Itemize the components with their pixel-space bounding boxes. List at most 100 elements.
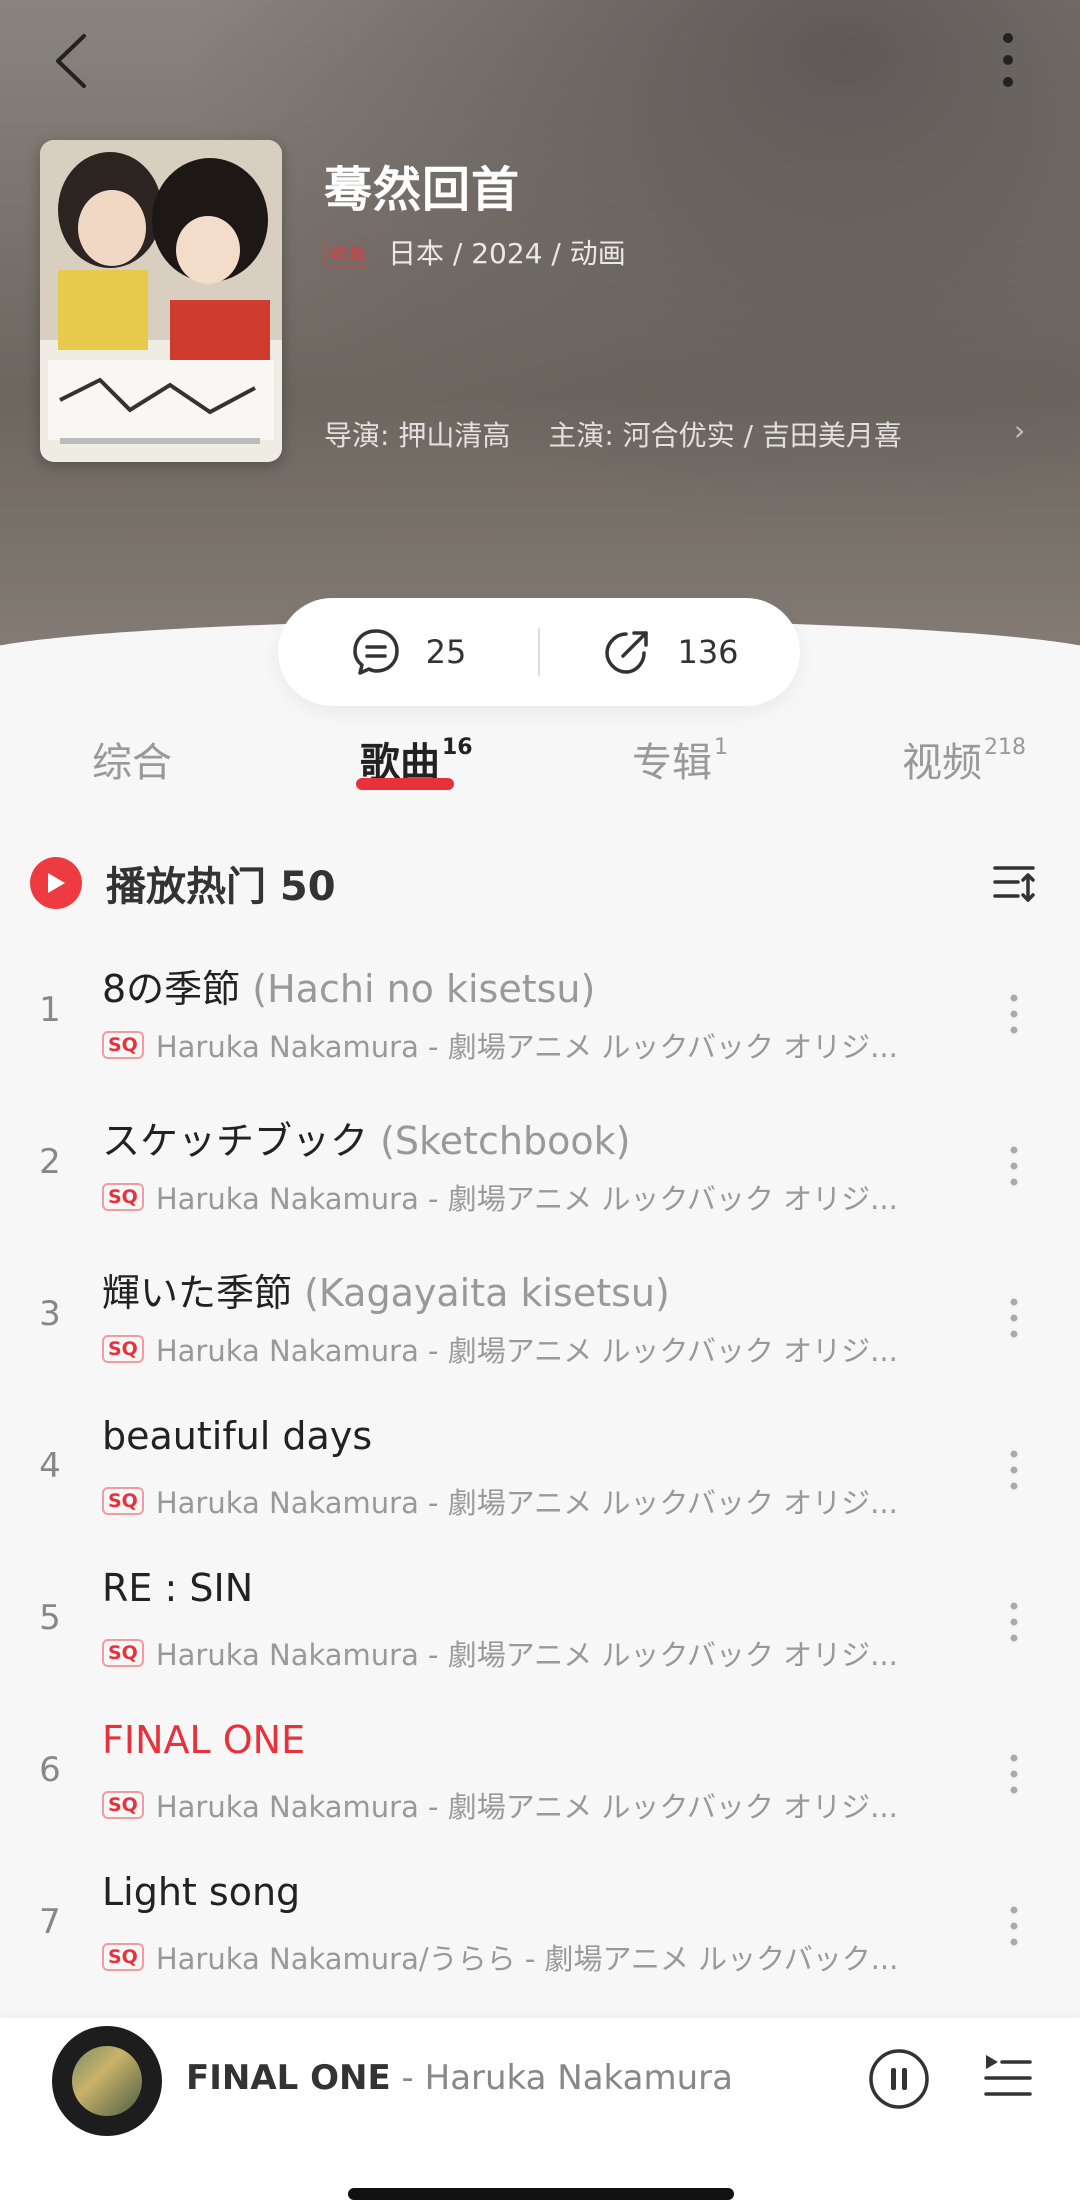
song-more-button[interactable] xyxy=(998,1592,1030,1652)
song-row[interactable]: 3 輝いた季節 (Kagayaita kisetsu) SQ Haruka Nak… xyxy=(0,1244,1080,1396)
chevron-right-icon[interactable]: › xyxy=(1014,414,1025,447)
tab-videos-label: 视频 xyxy=(902,740,982,786)
song-row[interactable]: 5 RE : SIN SQ Haruka Nakamura - 劇場アニメ ルック… xyxy=(0,1548,1080,1700)
more-vertical-icon xyxy=(1010,1754,1018,1794)
tab-videos[interactable]: 视频218 xyxy=(902,730,1026,788)
movie-meta-text: 日本 / 2024 / 动画 xyxy=(388,237,626,270)
song-more-button[interactable] xyxy=(998,1744,1030,1804)
tab-overview[interactable]: 综合 xyxy=(92,730,174,788)
song-row[interactable]: 7 Light song SQ Haruka Nakamura/うらら - 劇場ア… xyxy=(0,1852,1080,2004)
cast-text: 主演: 河合优实 / 吉田美月喜 xyxy=(548,419,902,452)
sq-badge: SQ xyxy=(102,1183,144,1211)
more-vertical-icon xyxy=(1010,1906,1018,1946)
song-subtitle: (Hachi no kisetsu) xyxy=(252,967,596,1011)
tab-albums-count: 1 xyxy=(714,734,728,760)
sort-icon xyxy=(993,866,1035,902)
sq-badge: SQ xyxy=(102,1335,144,1363)
sq-badge: SQ xyxy=(102,1639,144,1667)
song-title-text: 8の季節 xyxy=(102,967,241,1011)
song-info: SQ Haruka Nakamura - 劇場アニメ ルックバック オリジ... xyxy=(102,1784,922,1826)
song-artist: Haruka Nakamura/うらら - 劇場アニメ ルックバック... xyxy=(155,1942,899,1976)
song-title-text: RE : SIN xyxy=(102,1566,254,1610)
tab-albums-label: 专辑 xyxy=(632,740,712,786)
song-row[interactable]: 2 スケッチブック (Sketchbook) SQ Haruka Nakamura… xyxy=(0,1092,1080,1244)
song-title-text: スケッチブック xyxy=(102,1119,369,1163)
song-title-text: beautiful days xyxy=(102,1414,373,1458)
director-text: 导演: 押山清高 xyxy=(324,419,511,452)
more-vertical-icon xyxy=(1010,1146,1018,1186)
song-number: 2 xyxy=(39,1142,61,1182)
back-arrow-icon xyxy=(56,34,86,88)
song-info: SQ Haruka Nakamura - 劇場アニメ ルックバック オリジ... xyxy=(102,1480,922,1522)
pause-button[interactable] xyxy=(868,2048,930,2110)
play-all-button[interactable]: 播放热门 50 xyxy=(30,856,336,910)
now-playing-text: FINAL ONE - Haruka Nakamura xyxy=(186,2058,733,2098)
home-indicator xyxy=(348,2188,734,2200)
now-playing-separator: - xyxy=(390,2058,425,2098)
sq-badge: SQ xyxy=(102,1031,144,1059)
shares-count: 136 xyxy=(677,633,739,671)
pause-icon xyxy=(869,2049,929,2109)
more-vertical-icon xyxy=(1010,1450,1018,1490)
album-art xyxy=(72,2046,142,2116)
song-artist: Haruka Nakamura - 劇場アニメ ルックバック オリジ... xyxy=(155,1790,898,1824)
more-vertical-icon xyxy=(1003,33,1013,87)
tab-bar: 综合 歌曲16 专辑1 视频218 xyxy=(0,730,1080,810)
song-more-button[interactable] xyxy=(998,984,1030,1044)
song-number: 6 xyxy=(39,1750,61,1790)
play-icon xyxy=(30,857,82,909)
credits-row[interactable]: 导演: 押山清高 主演: 河合优实 / 吉田美月喜 xyxy=(324,414,902,454)
sq-badge: SQ xyxy=(102,1487,144,1515)
song-more-button[interactable] xyxy=(998,1440,1030,1500)
now-playing-title: FINAL ONE xyxy=(186,2058,391,2098)
song-artist: Haruka Nakamura - 劇場アニメ ルックバック オリジ... xyxy=(155,1182,898,1216)
song-number: 3 xyxy=(39,1294,61,1334)
song-title: RE : SIN xyxy=(102,1566,253,1610)
song-number: 5 xyxy=(39,1598,61,1638)
share-icon xyxy=(605,631,649,674)
song-info: SQ Haruka Nakamura - 劇場アニメ ルックバック オリジ... xyxy=(102,1176,922,1218)
song-artist: Haruka Nakamura - 劇場アニメ ルックバック オリジ... xyxy=(155,1638,898,1672)
song-title: Light song xyxy=(102,1870,300,1914)
song-row[interactable]: 4 beautiful days SQ Haruka Nakamura - 劇場ア… xyxy=(0,1396,1080,1548)
song-title-text: FINAL ONE xyxy=(102,1718,306,1762)
song-title: 輝いた季節 (Kagayaita kisetsu) xyxy=(102,1262,670,1317)
tab-albums[interactable]: 专辑1 xyxy=(632,730,728,788)
sort-button[interactable] xyxy=(992,858,1036,906)
playlist-button[interactable] xyxy=(982,2052,1034,2102)
mini-player[interactable]: FINAL ONE - Haruka Nakamura xyxy=(0,2018,1080,2210)
more-button[interactable] xyxy=(988,28,1028,94)
active-tab-indicator xyxy=(356,778,454,790)
poster-image[interactable] xyxy=(40,140,282,462)
tab-songs-count: 16 xyxy=(442,734,473,760)
stats-pill: 25 136 xyxy=(278,598,800,706)
album-disc[interactable] xyxy=(52,2026,162,2136)
tab-videos-count: 218 xyxy=(984,734,1026,760)
sq-badge: SQ xyxy=(102,1791,144,1819)
song-title: beautiful days xyxy=(102,1414,372,1458)
song-title-text: 輝いた季節 xyxy=(102,1271,293,1315)
comments-button[interactable]: 25 xyxy=(278,626,538,678)
playlist-icon xyxy=(984,2055,1032,2096)
song-title-text: Light song xyxy=(102,1870,301,1914)
song-more-button[interactable] xyxy=(998,1136,1030,1196)
song-title: FINAL ONE xyxy=(102,1718,305,1762)
song-row-playing[interactable]: 6 FINAL ONE SQ Haruka Nakamura - 劇場アニメ ルッ… xyxy=(0,1700,1080,1852)
more-vertical-icon xyxy=(1010,1298,1018,1338)
song-more-button[interactable] xyxy=(998,1896,1030,1956)
song-more-button[interactable] xyxy=(998,1288,1030,1348)
song-info: SQ Haruka Nakamura - 劇場アニメ ルックバック オリジ... xyxy=(102,1632,922,1674)
song-row[interactable]: 1 8の季節 (Hachi no kisetsu) SQ Haruka Nakam… xyxy=(0,940,1080,1092)
movie-meta: 动画 日本 / 2024 / 动画 xyxy=(324,232,626,272)
back-button[interactable] xyxy=(44,28,100,94)
song-artist: Haruka Nakamura - 劇場アニメ ルックバック オリジ... xyxy=(155,1486,898,1520)
song-number: 4 xyxy=(39,1446,61,1486)
now-playing-artist: Haruka Nakamura xyxy=(424,2058,733,2098)
song-number: 1 xyxy=(39,990,61,1030)
more-vertical-icon xyxy=(1010,1602,1018,1642)
tab-overview-label: 综合 xyxy=(92,740,172,786)
share-button[interactable]: 136 xyxy=(540,626,800,678)
song-info: SQ Haruka Nakamura - 劇場アニメ ルックバック オリジ... xyxy=(102,1328,922,1370)
song-artist: Haruka Nakamura - 劇場アニメ ルックバック オリジ... xyxy=(155,1334,898,1368)
category-badge: 动画 xyxy=(324,237,370,267)
